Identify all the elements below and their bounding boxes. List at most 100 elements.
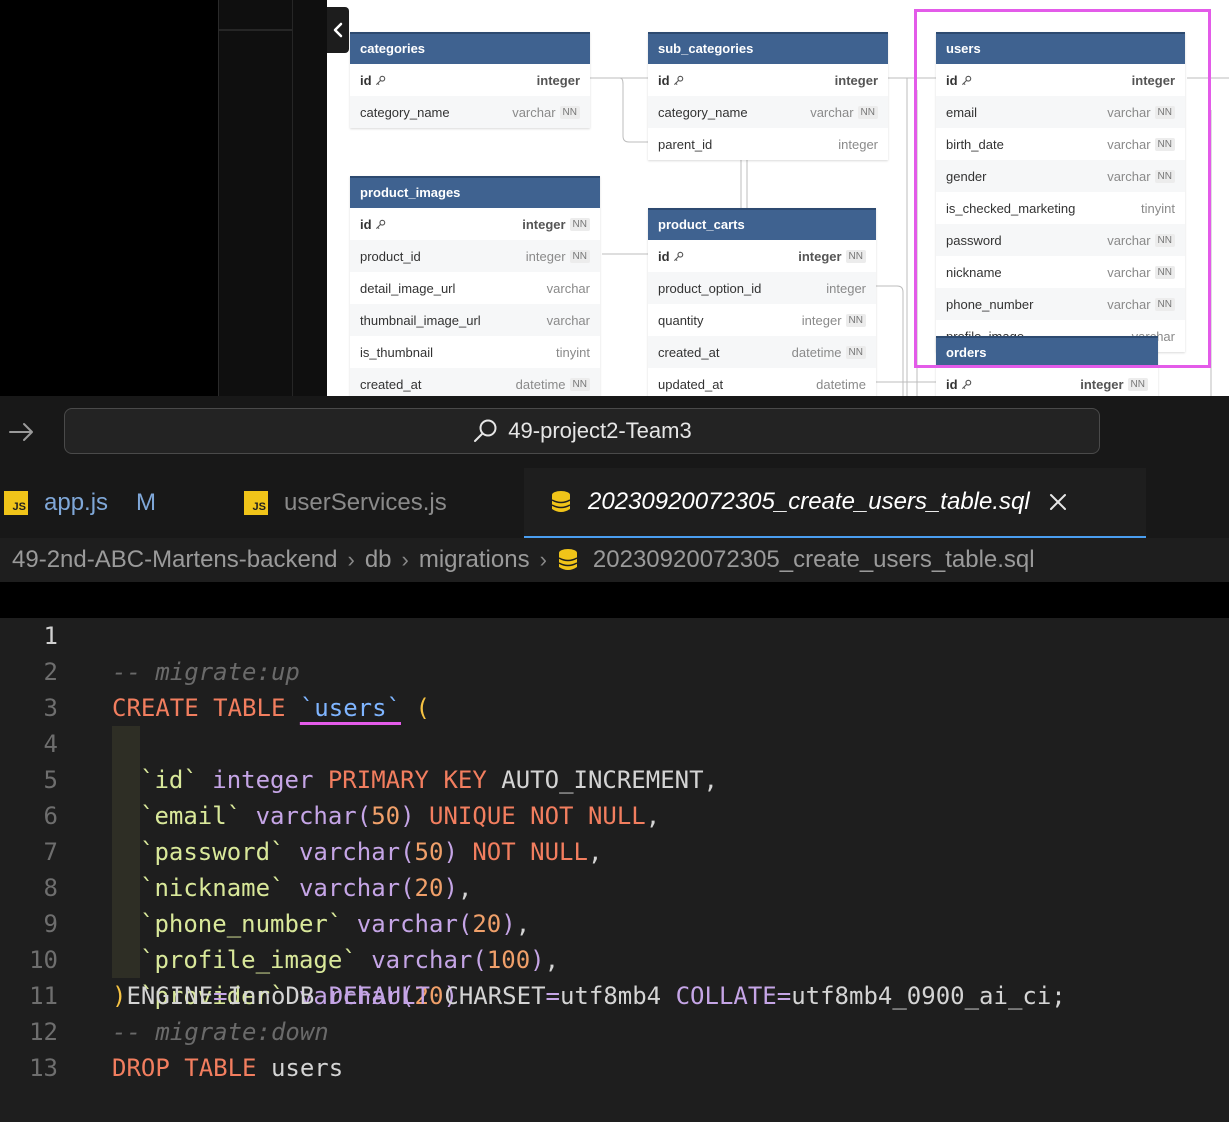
breadcrumb-item[interactable]: 49-2nd-ABC-Martens-backend — [12, 546, 338, 574]
key-icon — [375, 75, 385, 85]
erd-column-row[interactable]: updated_at datetime — [648, 368, 876, 396]
tab-label: app.js — [44, 489, 109, 516]
erd-table-header: categories — [350, 32, 590, 64]
column-type: datetime — [791, 344, 842, 360]
erd-column-row[interactable]: id integer — [350, 64, 590, 96]
code-line: 1 -- migrate:up — [0, 582, 1229, 686]
tab-create-users-table-sql[interactable]: 20230920072305_create_users_table.sql — [524, 468, 1146, 538]
erd-table-categories[interactable]: categories id integer category_name varchar N… — [350, 32, 590, 128]
erd-table-header: product_carts — [648, 208, 876, 240]
code-line: 3 `id` integer PRIMARY KEY AUTO_INCREMEN… — [0, 654, 1229, 794]
erd-column-row[interactable]: parent_id integer — [648, 128, 888, 160]
column-name: thumbnail_image_url — [360, 312, 481, 328]
keyword: DROP TABLE — [112, 1054, 257, 1082]
erd-column-row[interactable]: id integer — [648, 64, 888, 96]
column-type: integer — [826, 280, 866, 296]
erd-screenshot-area: categories id integer category_name varchar N… — [0, 0, 1229, 396]
column-type: integer — [838, 136, 878, 152]
modified-badge: M — [136, 489, 157, 516]
js-file-icon: JS — [4, 491, 28, 515]
code-line: 5 `password` varchar(50) NOT NULL, — [0, 726, 1229, 866]
column-name: created_at — [360, 376, 422, 392]
not-null-badge: NN — [857, 105, 878, 119]
search-icon — [474, 419, 497, 442]
not-null-badge: NN — [569, 249, 590, 263]
left-panel — [0, 0, 218, 396]
breadcrumb-item[interactable]: 20230920072305_create_users_table.sql — [593, 546, 1035, 574]
breadcrumb: 49-2nd-ABC-Martens-backend › db › migrat… — [0, 538, 1229, 582]
erd-column-row[interactable]: created_at datetime NN — [350, 368, 600, 396]
erd-column-row[interactable]: quantity integer NN — [648, 304, 876, 336]
erd-column-row[interactable]: product_id integer NN — [350, 240, 600, 272]
code-line: 10 )ENGINE=InnoDB DEFAULT CHARSET=utf8mb… — [0, 906, 1229, 1010]
column-name: created_at — [658, 344, 720, 360]
chevron-right-icon: › — [401, 547, 409, 572]
tab-label: 20230920072305_create_users_table.sql — [588, 488, 1030, 515]
code-editor[interactable]: 1 -- migrate:up 2 CREATE TABLE `users` (… — [0, 582, 1229, 1082]
not-null-badge: NN — [845, 313, 866, 327]
table-name: users — [270, 1054, 344, 1082]
arrow-right-icon[interactable] — [8, 420, 36, 444]
erd-table-header: product_images — [350, 176, 600, 208]
side-panel — [218, 0, 328, 396]
code-line: 7 `phone_number` varchar(20), — [0, 798, 1229, 938]
erd-column-row[interactable]: category_name varchar NN — [648, 96, 888, 128]
tab-user-services-js[interactable]: JS userServices.js — [244, 468, 524, 538]
collapse-panel-button[interactable] — [327, 7, 349, 53]
column-name: parent_id — [658, 136, 713, 152]
column-type: integer — [801, 312, 842, 328]
command-center-search[interactable]: 49-project2-Team3 — [64, 408, 1100, 454]
chevron-right-icon: › — [539, 547, 547, 572]
not-null-badge: NN — [845, 345, 866, 359]
erd-table-product-carts[interactable]: product_carts id integer NN product_option_i… — [648, 208, 876, 396]
code-line: 4 `email` varchar(50) UNIQUE NOT NULL, — [0, 690, 1229, 830]
code-line: 12 DROP TABLE users — [0, 978, 1229, 1082]
erd-table-sub-categories[interactable]: sub_categories id integer category_name varc… — [648, 32, 888, 160]
breadcrumb-item[interactable]: migrations — [419, 546, 530, 574]
column-type: varchar — [546, 280, 590, 296]
column-name: updated_at — [658, 376, 724, 392]
close-icon[interactable] — [1048, 492, 1068, 512]
tab-app-js[interactable]: JS app.js M — [4, 468, 234, 538]
erd-column-row[interactable]: is_thumbnail tinyint — [350, 336, 600, 368]
highlight-box — [914, 9, 1211, 368]
column-name: id — [658, 249, 798, 264]
column-type: integer — [1080, 376, 1124, 392]
not-null-badge: NN — [569, 217, 590, 231]
column-type: tinyint — [556, 344, 590, 360]
code-line: 8 `profile_image` varchar(100), — [0, 834, 1229, 974]
column-name: product_option_id — [658, 280, 762, 296]
column-name: id — [360, 217, 522, 232]
column-name: is_thumbnail — [360, 344, 433, 360]
column-name: detail_image_url — [360, 280, 456, 296]
code-line: 9 `provider` varchar(20) — [0, 870, 1229, 1010]
erd-column-row[interactable]: created_at datetime NN — [648, 336, 876, 368]
code-line: 2 CREATE TABLE `users` ( — [0, 618, 1229, 722]
erd-column-row[interactable]: id integer NN — [350, 208, 600, 240]
column-type: datetime — [816, 376, 866, 392]
erd-column-row[interactable]: id integer NN — [936, 368, 1158, 396]
breadcrumb-item[interactable]: db — [365, 546, 392, 574]
search-text: 49-project2-Team3 — [508, 418, 692, 443]
database-icon — [558, 549, 578, 570]
key-icon — [673, 251, 683, 261]
erd-column-row[interactable]: id integer NN — [648, 240, 876, 272]
code-line: 13 — [0, 1014, 1229, 1082]
not-null-badge: NN — [845, 249, 866, 263]
key-icon — [961, 379, 971, 389]
column-type: integer — [798, 248, 842, 264]
erd-column-row[interactable]: category_name varchar NN — [350, 96, 590, 128]
js-file-icon: JS — [244, 491, 268, 515]
erd-table-product-images[interactable]: product_images id integer NN product_id integ… — [350, 176, 600, 396]
column-type: datetime — [515, 376, 566, 392]
erd-table-header: sub_categories — [648, 32, 888, 64]
erd-column-row[interactable]: product_option_id integer — [648, 272, 876, 304]
column-name: product_id — [360, 248, 421, 264]
erd-column-row[interactable]: detail_image_url varchar — [350, 272, 600, 304]
code-line: 6 `nickname` varchar(20), — [0, 762, 1229, 902]
column-type: integer — [525, 248, 566, 264]
key-icon — [375, 219, 385, 229]
column-name: category_name — [658, 104, 748, 120]
erd-column-row[interactable]: thumbnail_image_url varchar — [350, 304, 600, 336]
tab-label: userServices.js — [284, 489, 447, 516]
